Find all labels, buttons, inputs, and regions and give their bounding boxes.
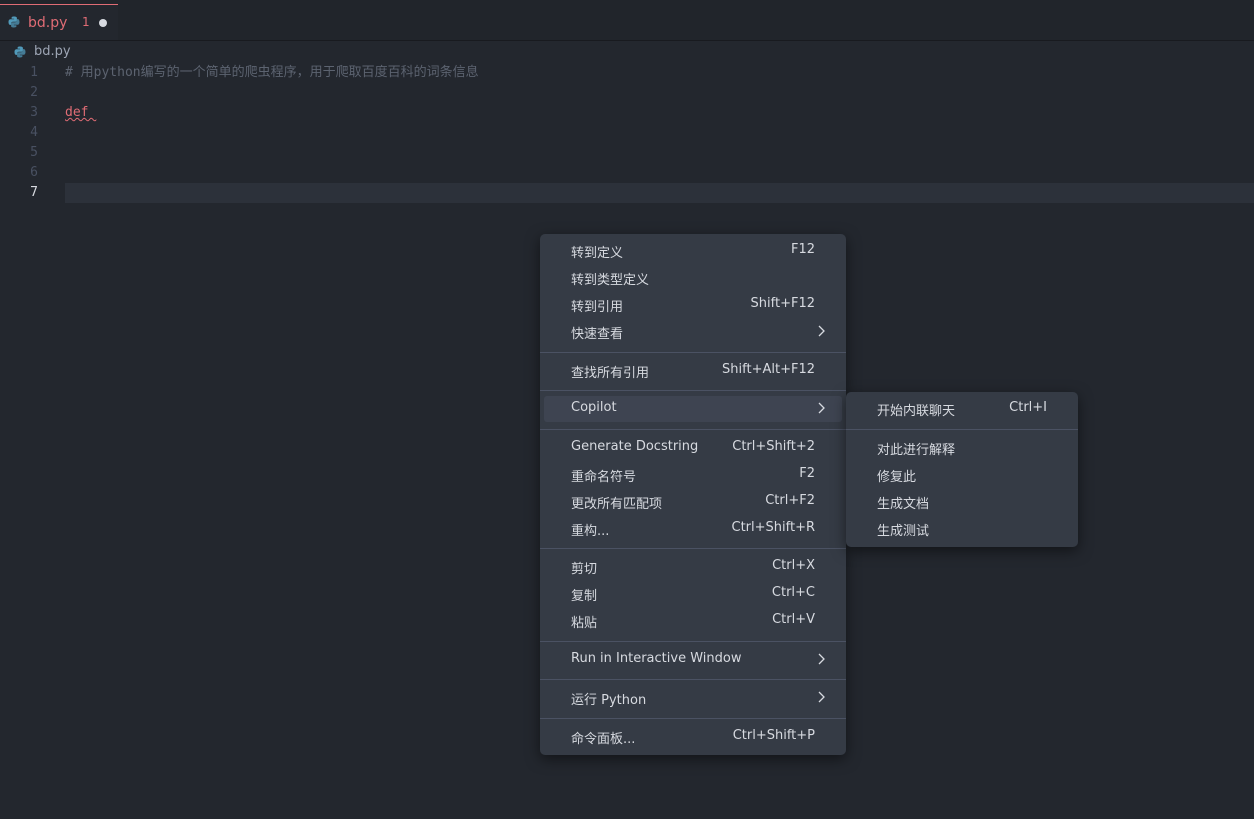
menu-item-copilot[interactable]: Copilot [544,396,842,422]
menu-item-shortcut: Ctrl+X [772,558,815,573]
chevron-right-icon [818,691,825,703]
menu-item-shortcut: Ctrl+C [771,585,815,600]
python-file-icon [8,16,20,28]
menu-item-label: Copilot [571,400,617,415]
menu-item-label: 重命名符号 [571,470,637,485]
menu-item-label: Run in Interactive Window [571,651,742,666]
menu-item-label: 快速查看 [571,327,624,342]
breadcrumb-file[interactable]: bd.py [34,44,71,59]
line-number: 6 [30,165,38,180]
tab-bd-py[interactable]: bd.py 1 [0,4,118,40]
menu-separator [540,641,846,642]
menu-item-label: 生成文档 [877,497,930,512]
menu-separator [540,679,846,680]
menu-separator [846,429,1078,430]
unsaved-dot-icon[interactable] [99,19,107,27]
menu-item-run-python[interactable]: 运行 Python [544,685,842,711]
menu-item-run-in-interactive-window[interactable]: Run in Interactive Window [544,647,842,673]
menu-separator [540,718,846,719]
menu-item-label: 转到定义 [571,246,624,261]
menu-item-label: 重构... [571,524,610,539]
menu-item-label: Generate Docstring [571,439,699,454]
menu-item-paste[interactable]: 粘贴 Ctrl+V [544,608,842,634]
menu-item-shortcut: Ctrl+I [1009,400,1047,415]
menu-item-label: 生成测试 [877,524,930,539]
menu-item-refactor[interactable]: 重构... Ctrl+Shift+R [544,516,842,542]
chevron-right-icon [818,653,825,665]
menu-item-explain-this[interactable]: 对此进行解释 [850,435,1074,461]
menu-item-go-to-definition[interactable]: 转到定义 F12 [544,238,842,264]
menu-item-find-all-references[interactable]: 查找所有引用 Shift+Alt+F12 [544,358,842,384]
menu-item-go-to-type-definition[interactable]: 转到类型定义 [544,265,842,291]
menu-item-label: 复制 [571,589,598,604]
chevron-right-icon [818,325,825,337]
menu-item-shortcut: Ctrl+V [772,612,815,627]
problem-count-badge: 1 [82,15,90,29]
line-number: 2 [30,85,38,100]
line-number: 7 [30,185,38,200]
menu-separator [540,390,846,391]
menu-item-label: 粘贴 [571,616,598,631]
menu-item-generate-docs[interactable]: 生成文档 [850,489,1074,515]
menu-item-go-to-references[interactable]: 转到引用 Shift+F12 [544,292,842,318]
menu-item-label: 转到类型定义 [571,273,650,288]
menu-item-shortcut: Shift+Alt+F12 [722,362,815,377]
line-number: 3 [30,105,38,120]
menu-item-peek[interactable]: 快速查看 [544,319,842,345]
tab-label: bd.py [28,15,68,31]
menu-separator [540,352,846,353]
menu-item-generate-docstring[interactable]: Generate Docstring Ctrl+Shift+2 [544,435,842,461]
menu-item-label: 开始内联聊天 [877,404,956,419]
code-line[interactable]: 3 def [0,103,1254,123]
context-menu: 转到定义 F12 转到类型定义 转到引用 Shift+F12 快速查看 查找所有… [540,234,846,755]
menu-item-generate-tests[interactable]: 生成测试 [850,516,1074,542]
copilot-submenu: 开始内联聊天 Ctrl+I 对此进行解释 修复此 生成文档 生成测试 [846,392,1078,547]
menu-item-shortcut: Shift+F12 [750,296,815,311]
code-line[interactable]: 1 # 用python编写的一个简单的爬虫程序，用于爬取百度百科的词条信息 [0,63,1254,83]
code-line[interactable]: 5 [0,143,1254,163]
menu-item-shortcut: F2 [799,466,815,481]
line-number: 1 [30,65,38,80]
menu-item-label: 更改所有匹配项 [571,497,663,512]
menu-item-shortcut: F12 [790,242,815,257]
line-number: 5 [30,145,38,160]
code-line[interactable]: 2 [0,83,1254,103]
menu-item-shortcut: Ctrl+F2 [765,493,815,508]
menu-item-shortcut: Ctrl+Shift+R [731,520,816,535]
menu-item-label: 转到引用 [571,300,624,315]
code-line[interactable]: 6 [0,163,1254,183]
menu-item-command-palette[interactable]: 命令面板... Ctrl+Shift+P [544,724,842,750]
code-line[interactable]: 4 [0,123,1254,143]
menu-item-copy[interactable]: 复制 Ctrl+C [544,581,842,607]
menu-item-change-all-occurrences[interactable]: 更改所有匹配项 Ctrl+F2 [544,489,842,515]
tab-bar: bd.py 1 [0,0,1254,41]
menu-item-shortcut: Ctrl+Shift+P [732,728,815,743]
menu-item-label: 运行 Python [571,693,647,708]
menu-item-label: 剪切 [571,562,598,577]
chevron-right-icon [818,402,825,414]
menu-item-label: 命令面板... [571,732,636,747]
python-file-icon [14,46,26,58]
line-number: 4 [30,125,38,140]
menu-item-shortcut: Ctrl+Shift+2 [732,439,815,454]
menu-item-cut[interactable]: 剪切 Ctrl+X [544,554,842,580]
code-line-active[interactable]: 7 [0,183,1254,203]
code-text[interactable]: # 用python编写的一个简单的爬虫程序，用于爬取百度百科的词条信息 [65,63,479,83]
menu-item-label: 查找所有引用 [571,366,650,381]
menu-item-rename-symbol[interactable]: 重命名符号 F2 [544,462,842,488]
menu-item-label: 修复此 [877,470,917,485]
code-text[interactable]: def [65,103,96,123]
menu-separator [540,548,846,549]
menu-separator [540,429,846,430]
menu-item-start-inline-chat[interactable]: 开始内联聊天 Ctrl+I [850,396,1074,422]
current-line-highlight [65,183,1254,203]
menu-item-fix-this[interactable]: 修复此 [850,462,1074,488]
menu-item-label: 对此进行解释 [877,443,956,458]
